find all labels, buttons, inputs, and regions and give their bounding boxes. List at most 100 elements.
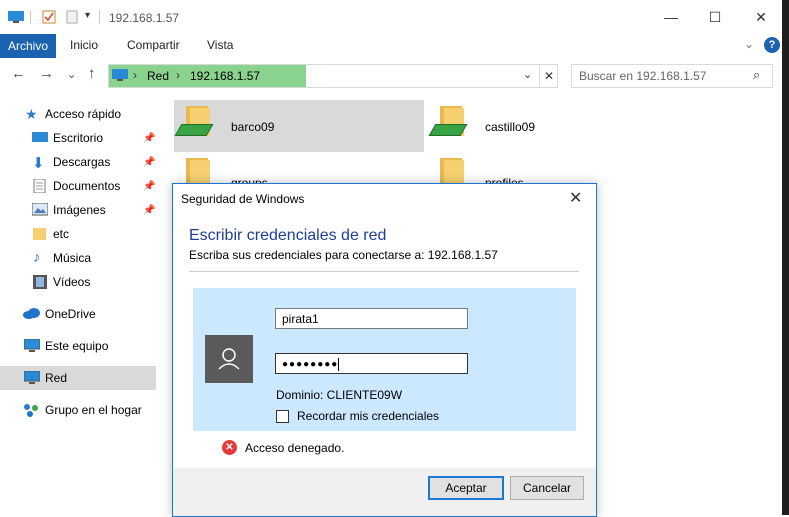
- address-dropdown-icon[interactable]: ⌄: [523, 68, 532, 81]
- dialog-subheading: Escriba sus credenciales para conectarse…: [189, 248, 498, 262]
- pin-icon[interactable]: 📌: [143, 157, 155, 168]
- network-location-icon: [112, 69, 128, 85]
- sidebar-item-videos[interactable]: Vídeos: [0, 270, 156, 294]
- dialog-footer: Aceptar Cancelar: [173, 468, 596, 516]
- close-window-button[interactable]: ✕: [738, 0, 784, 34]
- sidebar-item-label: Acceso rápido: [45, 107, 122, 121]
- sidebar-item-musica[interactable]: ♪ Música: [0, 246, 156, 270]
- customize-qat-icon[interactable]: ▾: [85, 10, 99, 24]
- sidebar-item-label: OneDrive: [45, 307, 96, 321]
- text-cursor: [338, 357, 340, 371]
- sidebar-item-imagenes[interactable]: Imágenes 📌: [0, 198, 156, 222]
- cancel-button[interactable]: Cancelar: [510, 476, 584, 500]
- search-icon[interactable]: ⌕: [753, 67, 760, 83]
- sidebar-item-etc[interactable]: etc: [0, 222, 156, 246]
- sidebar-item-escritorio[interactable]: Escritorio 📌: [0, 126, 156, 150]
- new-folder-icon[interactable]: [65, 10, 79, 24]
- video-icon: [33, 275, 49, 289]
- network-folder-icon: [174, 106, 214, 138]
- expand-ribbon-icon[interactable]: ⌄: [744, 37, 754, 51]
- sidebar-item-grupo-hogar[interactable]: Grupo en el hogar: [0, 398, 156, 422]
- error-text: Acceso denegado.: [245, 440, 345, 455]
- explorer-icon[interactable]: [8, 10, 24, 24]
- title-divider: [99, 10, 100, 24]
- ribbon: Archivo Inicio Compartir Vista ⌄ ?: [0, 34, 789, 58]
- breadcrumb-red[interactable]: Red: [147, 69, 169, 83]
- help-icon[interactable]: ?: [764, 37, 780, 53]
- error-message: ✕ Acceso denegado.: [222, 440, 344, 455]
- network-icon: [23, 370, 41, 385]
- sidebar-item-onedrive[interactable]: OneDrive: [0, 302, 156, 326]
- sidebar-item-acceso-rapido[interactable]: ★ Acceso rápido: [0, 102, 156, 126]
- share-item-castillo09[interactable]: castillo09: [428, 100, 678, 152]
- sidebar-item-descargas[interactable]: ⬇ Descargas 📌: [0, 150, 156, 174]
- sidebar-item-label: Red: [45, 371, 68, 385]
- dialog-heading: Escribir credenciales de red: [189, 227, 387, 244]
- back-button[interactable]: ←: [11, 65, 26, 82]
- qat-divider: [30, 10, 31, 24]
- cloud-icon: [23, 308, 40, 322]
- pin-icon[interactable]: 📌: [143, 181, 155, 192]
- tab-archivo[interactable]: Archivo: [0, 34, 56, 58]
- sidebar-item-este-equipo[interactable]: Este equipo: [0, 334, 156, 358]
- credential-panel: pirata1 ●●●●●●●● Dominio: CLIENTE09W Rec…: [193, 288, 576, 431]
- remember-label: Recordar mis credenciales: [297, 409, 440, 423]
- chevron-right-icon: ›: [133, 68, 137, 82]
- maximize-button[interactable]: ☐: [692, 0, 738, 34]
- clear-address-button[interactable]: ✕: [539, 65, 558, 87]
- sidebar-item-label: Este equipo: [45, 339, 109, 353]
- tab-vista[interactable]: Vista: [207, 38, 233, 52]
- sidebar-item-label: Escritorio: [53, 131, 104, 145]
- username-field[interactable]: pirata1: [275, 308, 468, 329]
- network-folder-icon: [428, 106, 468, 138]
- sidebar-item-label: etc: [53, 227, 70, 241]
- up-button[interactable]: ↑: [88, 65, 96, 82]
- share-name: barco09: [231, 120, 275, 134]
- address-bar[interactable]: › Red › 192.168.1.57 ⌄ ✕: [108, 64, 558, 88]
- tab-compartir[interactable]: Compartir: [127, 38, 180, 52]
- title-bar: ▾ 192.168.1.57 — ☐ ✕: [0, 0, 789, 34]
- error-icon: ✕: [222, 440, 237, 455]
- password-field[interactable]: ●●●●●●●●: [275, 353, 468, 374]
- computer-icon: [23, 338, 41, 353]
- checkbox-icon[interactable]: [276, 409, 289, 423]
- download-icon: ⬇: [32, 155, 45, 172]
- pin-icon[interactable]: 📌: [143, 205, 155, 216]
- sidebar-item-label: Grupo en el hogar: [45, 403, 142, 417]
- credentials-dialog: Seguridad de Windows ✕ Escribir credenci…: [172, 183, 597, 517]
- accept-button[interactable]: Aceptar: [428, 476, 504, 500]
- pin-icon[interactable]: 📌: [143, 133, 155, 144]
- navigation-pane: ★ Acceso rápido Escritorio 📌 ⬇ Descargas…: [0, 100, 160, 515]
- window-edge: [782, 0, 789, 515]
- minimize-button[interactable]: —: [648, 0, 694, 34]
- tab-inicio[interactable]: Inicio: [70, 38, 98, 52]
- domain-label: Dominio: CLIENTE09W: [276, 388, 403, 402]
- recent-locations-icon[interactable]: ⌄: [67, 68, 76, 81]
- sidebar-item-label: Descargas: [53, 155, 111, 169]
- search-input[interactable]: Buscar en 192.168.1.57: [579, 69, 706, 83]
- dialog-title: Seguridad de Windows: [181, 192, 305, 206]
- desktop-icon: [32, 131, 48, 145]
- folder-icon: [33, 227, 49, 241]
- sidebar-item-red[interactable]: Red: [0, 366, 156, 390]
- forward-button[interactable]: →: [39, 65, 54, 82]
- share-name: castillo09: [485, 120, 536, 134]
- window-title: 192.168.1.57: [109, 11, 180, 25]
- properties-icon[interactable]: [42, 10, 56, 24]
- sidebar-item-label: Música: [53, 251, 92, 265]
- sidebar-item-label: Imágenes: [53, 203, 106, 217]
- music-icon: ♪: [33, 249, 41, 266]
- sidebar-item-label: Documentos: [53, 179, 121, 193]
- chevron-right-icon: ›: [176, 68, 180, 82]
- close-dialog-button[interactable]: ✕: [569, 188, 582, 208]
- breadcrumb-ip[interactable]: 192.168.1.57: [190, 69, 260, 83]
- image-icon: [31, 202, 49, 217]
- document-icon: [33, 178, 49, 194]
- search-box[interactable]: Buscar en 192.168.1.57 ⌕: [571, 64, 773, 88]
- share-item-barco09[interactable]: barco09: [174, 100, 424, 152]
- sidebar-item-documentos[interactable]: Documentos 📌: [0, 174, 156, 198]
- homegroup-icon: [23, 403, 39, 417]
- star-icon: ★: [25, 106, 38, 122]
- password-mask: ●●●●●●●●: [282, 359, 339, 370]
- remember-credentials-checkbox[interactable]: Recordar mis credenciales: [276, 409, 439, 423]
